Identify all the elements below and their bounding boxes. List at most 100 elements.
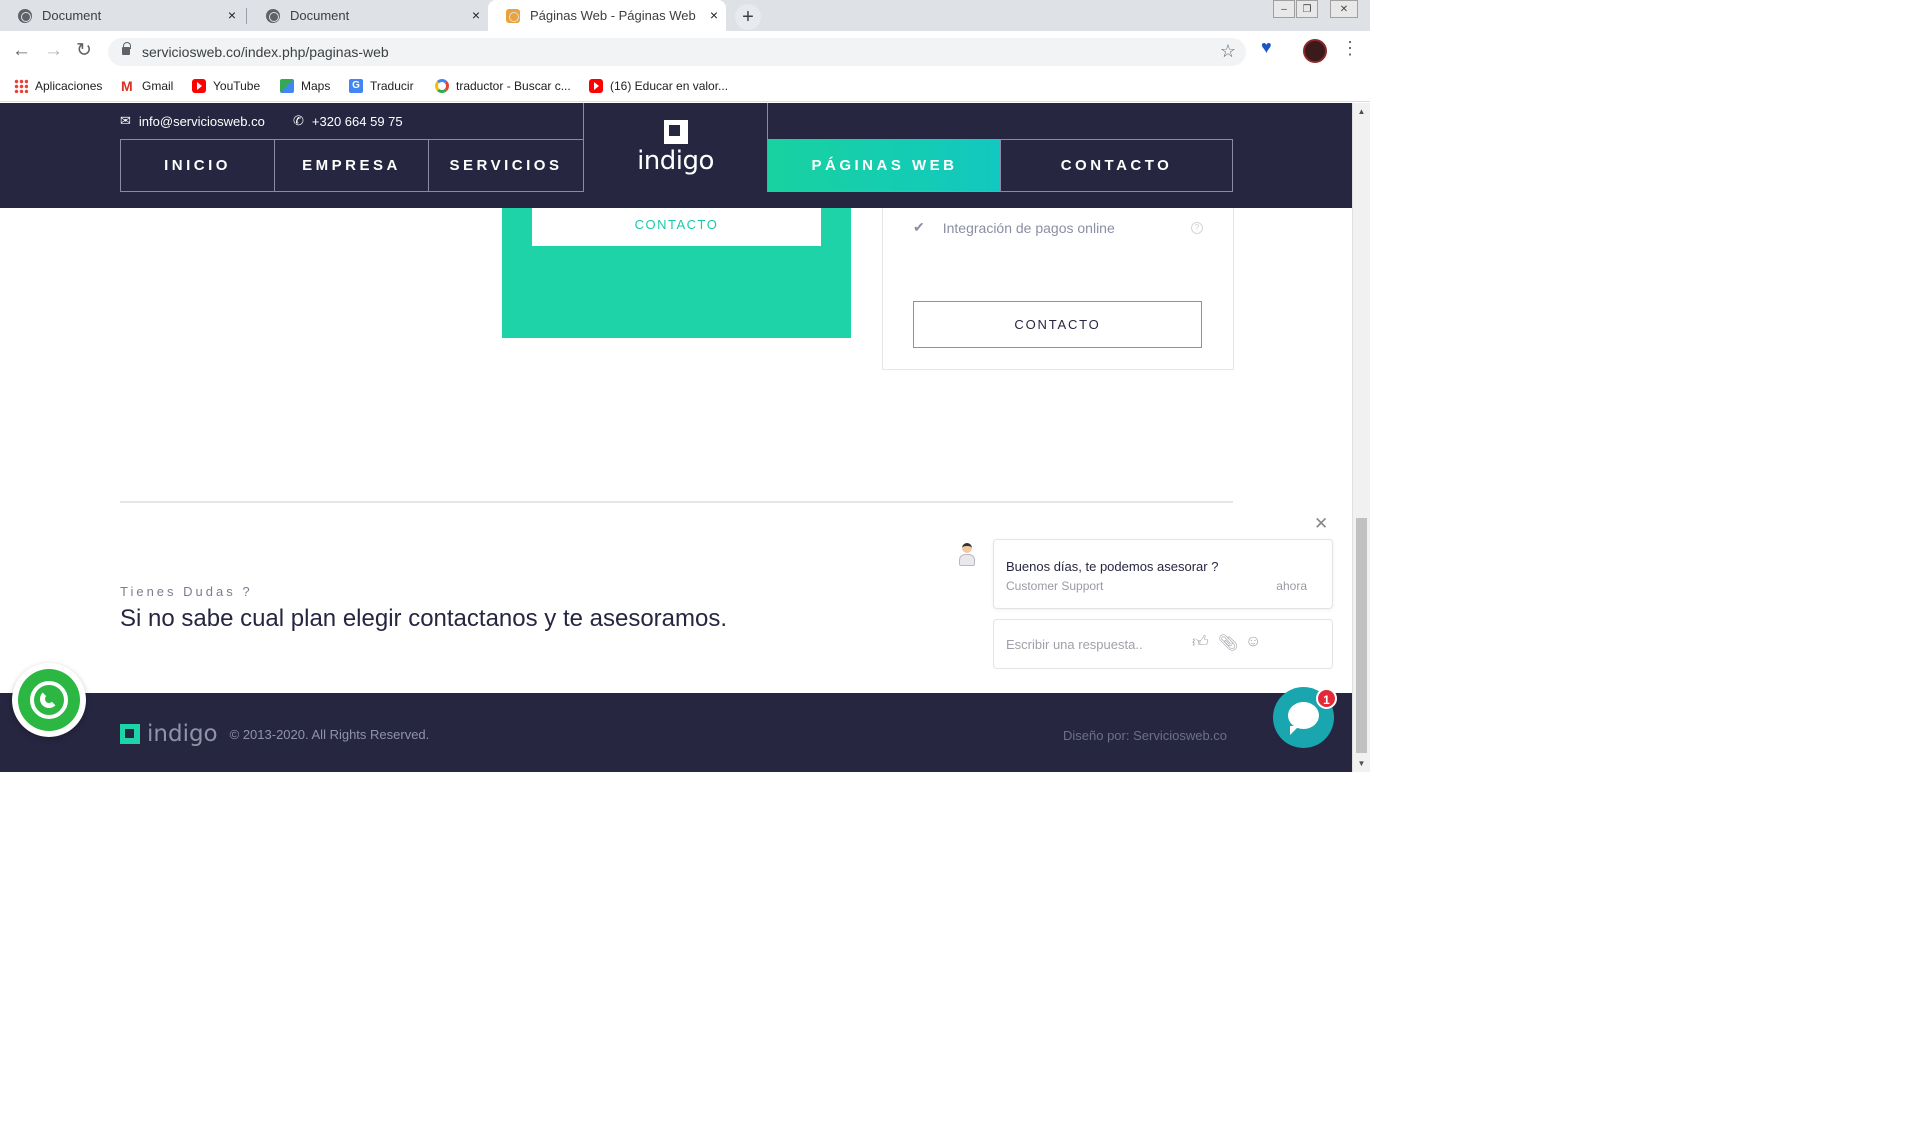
tab-document-1[interactable]: Document × (0, 0, 244, 31)
tab-strip: Document × Document × Páginas Web - Pági… (0, 0, 1370, 31)
bookmark-label: traductor - Buscar c... (456, 79, 571, 93)
bookmark-label: Traducir (370, 79, 414, 93)
tab-title: Páginas Web - Páginas Web (530, 8, 696, 23)
paperclip-icon[interactable]: 📎︎ (1218, 633, 1238, 653)
bookmark-label: YouTube (213, 79, 261, 93)
main-navigation: INICIO EMPRESA SERVICIOS indigo PÁGINAS … (120, 103, 1233, 192)
close-icon[interactable]: × (472, 7, 480, 23)
bookmark-educar[interactable]: (16) Educar en valor... (589, 79, 728, 93)
footer-logo-text: indigo (147, 721, 218, 747)
scroll-thumb[interactable] (1356, 518, 1367, 753)
envelope-icon: ✉ (120, 113, 131, 128)
header-email[interactable]: ✉ info@serviciosweb.co (120, 113, 265, 129)
nav-empresa[interactable]: EMPRESA (274, 139, 428, 192)
back-arrow-icon[interactable]: ← (12, 41, 31, 60)
google-icon (435, 79, 449, 93)
nav-contacto[interactable]: CONTACTO (1000, 139, 1233, 192)
section-divider (120, 501, 1233, 503)
cta-eyebrow: Tienes Dudas ? (120, 584, 253, 599)
heart-extension-icon[interactable]: ♥ (1261, 37, 1272, 58)
nav-paginas-web[interactable]: PÁGINAS WEB (768, 139, 1000, 192)
maps-icon (280, 79, 294, 93)
site-logo[interactable]: indigo (583, 103, 768, 192)
thumbs-up-icon[interactable]: 👍︎ (1192, 633, 1209, 652)
close-icon[interactable]: × (710, 7, 718, 23)
emoji-icon[interactable]: ☺ (1245, 633, 1261, 651)
restore-button[interactable]: ❐ (1296, 0, 1318, 18)
bookmark-traductor[interactable]: traductor - Buscar c... (435, 79, 571, 93)
bookmark-label: Maps (301, 79, 331, 93)
chat-message-bubble[interactable]: Buenos días, te podemos asesorar ? Custo… (993, 539, 1333, 609)
tab-title: Document (42, 8, 102, 23)
browser-toolbar: ← → ↻ serviciosweb.co/index.php/paginas-… (0, 31, 1370, 72)
profile-avatar[interactable] (1303, 39, 1327, 63)
bookmark-gmail[interactable]: M Gmail (121, 79, 173, 93)
tab-separator (246, 8, 247, 24)
close-icon[interactable]: × (228, 7, 236, 23)
email-text[interactable]: info@serviciosweb.co (139, 114, 265, 129)
chat-unread-badge: 1 (1316, 688, 1337, 709)
footer-copyright: © 2013-2020. All Rights Reserved. (229, 726, 430, 742)
help-icon[interactable]: ? (1191, 222, 1203, 234)
check-icon: ✔ (913, 219, 925, 235)
youtube-icon (192, 79, 206, 93)
bookmarks-bar: Aplicaciones M Gmail YouTube Maps G Trad… (0, 72, 1370, 102)
featured-contact-button[interactable]: CONTACTO (532, 203, 821, 246)
chat-message-text: Buenos días, te podemos asesorar ? (1006, 559, 1219, 574)
contact-button[interactable]: CONTACTO (913, 301, 1202, 348)
header-phone[interactable]: ✆ +320 664 59 75 (293, 113, 403, 129)
phone-icon: ✆ (293, 113, 304, 128)
address-bar[interactable]: serviciosweb.co/index.php/paginas-web ☆ (108, 38, 1246, 66)
whatsapp-button[interactable] (12, 663, 86, 737)
bookmark-label: Gmail (142, 79, 174, 93)
logo-mark-icon (663, 120, 688, 144)
chat-reply-input[interactable] (1006, 634, 1216, 654)
globe-icon (18, 8, 32, 23)
bookmark-aplicaciones[interactable]: Aplicaciones (14, 79, 102, 93)
reload-icon[interactable]: ↻ (76, 41, 92, 60)
site-footer: indigo © 2013-2020. All Rights Reserved.… (0, 693, 1352, 772)
bookmark-maps[interactable]: Maps (280, 79, 330, 93)
bookmark-traducir[interactable]: G Traducir (349, 79, 414, 93)
page-viewport: CONTACTO ✔ Integración de pagos online ?… (0, 103, 1370, 772)
footer-logo: indigo © 2013-2020. All Rights Reserved. (120, 721, 429, 747)
bookmark-star-icon[interactable]: ☆ (1220, 41, 1236, 62)
chat-sender: Customer Support (1006, 579, 1104, 593)
chat-close-icon[interactable]: ✕ (1314, 514, 1328, 534)
feature-item: ✔ Integración de pagos online (913, 219, 1115, 236)
minimize-button[interactable]: – (1273, 0, 1295, 18)
cta-headline: Si no sabe cual plan elegir contactanos … (120, 605, 728, 632)
forward-arrow-icon[interactable]: → (44, 41, 63, 60)
scroll-up-arrow-icon[interactable]: ▲ (1353, 103, 1370, 120)
lock-icon (122, 42, 131, 55)
logo-mark-icon (120, 724, 140, 744)
feature-label: Integración de pagos online (942, 219, 1115, 236)
youtube-icon (589, 79, 603, 93)
site-header: ✉ info@serviciosweb.co ✆ +320 664 59 75 … (0, 103, 1352, 208)
apps-grid-icon (14, 79, 28, 93)
scroll-down-arrow-icon[interactable]: ▼ (1353, 755, 1370, 772)
globe-icon (266, 8, 280, 23)
chat-bubble-icon (1288, 702, 1319, 735)
bookmark-youtube[interactable]: YouTube (192, 79, 260, 93)
tab-paginas-web[interactable]: Páginas Web - Páginas Web × (488, 0, 726, 31)
vertical-scrollbar[interactable]: ▲ ▼ (1352, 103, 1370, 772)
tab-title: Document (290, 8, 350, 23)
close-window-button[interactable]: ✕ (1330, 0, 1358, 18)
new-tab-button[interactable]: + (735, 4, 761, 30)
logo-text: indigo (637, 146, 714, 176)
phone-text[interactable]: +320 664 59 75 (312, 114, 403, 129)
bookmark-label: Aplicaciones (35, 79, 103, 93)
translate-icon: G (349, 79, 363, 93)
footer-credit[interactable]: Diseño por: Serviciosweb.co (1063, 728, 1227, 743)
menu-kebab-icon[interactable]: ⋮ (1341, 38, 1359, 59)
joomla-icon (506, 8, 520, 23)
tab-document-2[interactable]: Document × (248, 0, 488, 31)
chat-timestamp: ahora (1276, 579, 1307, 593)
nav-inicio[interactable]: INICIO (120, 139, 274, 192)
nav-servicios[interactable]: SERVICIOS (428, 139, 583, 192)
url-text[interactable]: serviciosweb.co/index.php/paginas-web (142, 44, 389, 60)
bookmark-label: (16) Educar en valor... (610, 79, 729, 93)
browser-window: Document × Document × Páginas Web - Pági… (0, 0, 1370, 772)
chat-reply-box: 👍︎ 📎︎ ☺ (993, 619, 1333, 669)
